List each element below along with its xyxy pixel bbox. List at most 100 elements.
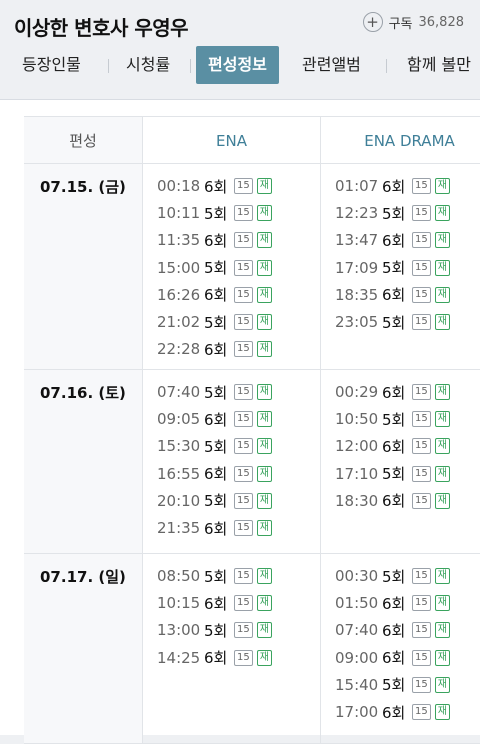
age-rating-badge: 15	[412, 384, 431, 400]
age-rating-badge: 15	[412, 595, 431, 612]
rerun-badge: 재	[434, 178, 450, 194]
age-rating-badge: 15	[234, 178, 253, 194]
airing-slot: 15:40 5회 15 재	[335, 674, 450, 696]
schedule-day-row: 07.16. (토) 07:40 5회 15 재 09:05 6회 15 재 15:30 5회 15 재…	[24, 370, 480, 554]
episode-number: 6회	[204, 340, 228, 359]
airing-slot: 11:35 6회 15 재	[157, 229, 272, 251]
airing-slot: 10:15 6회 15 재	[157, 592, 272, 614]
tab-ratings[interactable]: 시청률	[114, 46, 182, 84]
tab-divider	[190, 59, 191, 73]
rerun-badge: 재	[434, 622, 450, 639]
age-rating-badge: 15	[234, 438, 253, 455]
age-rating-badge: 15	[234, 259, 253, 276]
airing-slot: 15:30 5회 15 재	[157, 435, 272, 457]
airing-slot: 21:02 5회 15 재	[157, 311, 272, 333]
episode-number: 5회	[204, 437, 228, 456]
rerun-badge: 재	[434, 314, 450, 330]
ena-schedule-cell: 07:40 5회 15 재 09:05 6회 15 재 15:30 5회 15 재 16:55 6회 15 재…	[142, 370, 320, 553]
age-rating-badge: 15	[234, 286, 253, 303]
airing-slot: 16:26 6회 15 재	[157, 284, 272, 306]
ena-schedule-cell: 08:50 5회 15 재 10:15 6회 15 재 13:00 5회 15 재 14:25 6회 15 재	[142, 554, 320, 743]
episode-number: 6회	[382, 649, 406, 668]
rerun-badge: 재	[256, 465, 272, 482]
schedule-day-row: 07.15. (금) 00:18 6회 15 재 10:11 5회 15 재 11:35 6회 15 재…	[24, 164, 480, 370]
episode-number: 6회	[204, 519, 228, 538]
airing-slot: 10:11 5회 15 재	[157, 202, 272, 224]
airing-time: 10:50	[335, 410, 379, 429]
tab-schedule[interactable]: 편성정보	[196, 46, 279, 84]
airing-slot: 08:50 5회 15 재	[157, 565, 272, 587]
schedule-table: 편성 ENA ENA DRAMA 07.15. (금) 00:18 6회 15 재 10:…	[0, 100, 480, 744]
rerun-badge: 재	[256, 341, 272, 358]
airing-time: 11:35	[157, 231, 201, 250]
age-rating-badge: 15	[234, 520, 253, 536]
airing-time: 14:25	[157, 648, 201, 667]
airing-slot: 18:35 6회 15 재	[335, 284, 450, 306]
age-rating-badge: 15	[412, 286, 431, 303]
column-header-ena: ENA	[142, 116, 320, 164]
episode-number: 5회	[204, 383, 228, 402]
episode-number: 6회	[204, 465, 228, 484]
episode-number: 5회	[382, 204, 406, 223]
rerun-badge: 재	[434, 649, 450, 666]
episode-number: 6회	[382, 286, 406, 305]
age-rating-badge: 15	[234, 384, 253, 400]
airing-slot: 17:10 5회 15 재	[335, 463, 450, 485]
age-rating-badge: 15	[412, 259, 431, 276]
episode-number: 5회	[382, 676, 406, 695]
rerun-badge: 재	[434, 438, 450, 455]
rerun-badge: 재	[434, 384, 450, 400]
age-rating-badge: 15	[412, 314, 431, 330]
tab-cast[interactable]: 등장인물	[10, 46, 93, 84]
episode-number: 5회	[382, 567, 406, 586]
rerun-badge: 재	[434, 595, 450, 612]
airing-slot: 22:28 6회 15 재	[157, 338, 272, 360]
subscribe-button[interactable]: + 구독 36,828	[362, 12, 464, 32]
airing-slot: 13:00 5회 15 재	[157, 619, 272, 641]
rerun-badge: 재	[434, 568, 450, 584]
airing-time: 09:00	[335, 648, 379, 667]
episode-number: 6회	[382, 492, 406, 511]
age-rating-badge: 15	[234, 232, 253, 249]
airing-slot: 23:05 5회 15 재	[335, 311, 450, 333]
airing-slot: 20:10 5회 15 재	[157, 490, 272, 512]
rerun-badge: 재	[434, 286, 450, 303]
ena-drama-schedule-cell: 01:07 6회 15 재 12:23 5회 15 재 13:47 6회 15 재 17:09 5회 15 재…	[320, 164, 480, 369]
rerun-badge: 재	[256, 411, 272, 428]
episode-number: 6회	[382, 231, 406, 250]
rerun-badge: 재	[434, 492, 450, 509]
airing-slot: 01:50 6회 15 재	[335, 592, 450, 614]
airing-time: 12:23	[335, 204, 379, 223]
airing-slot: 00:30 5회 15 재	[335, 565, 450, 587]
airing-time: 13:00	[157, 621, 201, 640]
airing-slot: 18:30 6회 15 재	[335, 490, 450, 512]
airing-time: 10:11	[157, 204, 201, 223]
airing-slot: 17:00 6회 15 재	[335, 701, 450, 723]
airing-time: 01:50	[335, 594, 379, 613]
tab-divider	[108, 59, 109, 73]
airing-time: 09:05	[157, 410, 201, 429]
airing-time: 20:10	[157, 491, 201, 510]
age-rating-badge: 15	[234, 492, 253, 509]
rerun-badge: 재	[256, 178, 272, 194]
airing-time: 10:15	[157, 594, 201, 613]
tab-similar[interactable]: 함께 볼만	[395, 46, 480, 84]
rerun-badge: 재	[434, 465, 450, 482]
rerun-badge: 재	[256, 492, 272, 509]
age-rating-badge: 15	[412, 492, 431, 509]
schedule-day-row: 07.17. (일) 08:50 5회 15 재 10:15 6회 15 재 13:00 5회 15 재…	[24, 554, 480, 744]
tab-album[interactable]: 관련앨범	[290, 46, 373, 84]
airing-slot: 01:07 6회 15 재	[335, 175, 450, 197]
subscribe-label: 구독	[388, 16, 413, 32]
airing-slot: 13:47 6회 15 재	[335, 229, 450, 251]
age-rating-badge: 15	[412, 205, 431, 222]
age-rating-badge: 15	[412, 649, 431, 666]
age-rating-badge: 15	[234, 465, 253, 482]
age-rating-badge: 15	[412, 178, 431, 194]
episode-number: 5회	[382, 313, 406, 332]
episode-number: 5회	[382, 259, 406, 278]
rerun-badge: 재	[256, 314, 272, 330]
plus-icon: +	[362, 12, 383, 32]
age-rating-badge: 15	[412, 465, 431, 482]
age-rating-badge: 15	[234, 205, 253, 222]
